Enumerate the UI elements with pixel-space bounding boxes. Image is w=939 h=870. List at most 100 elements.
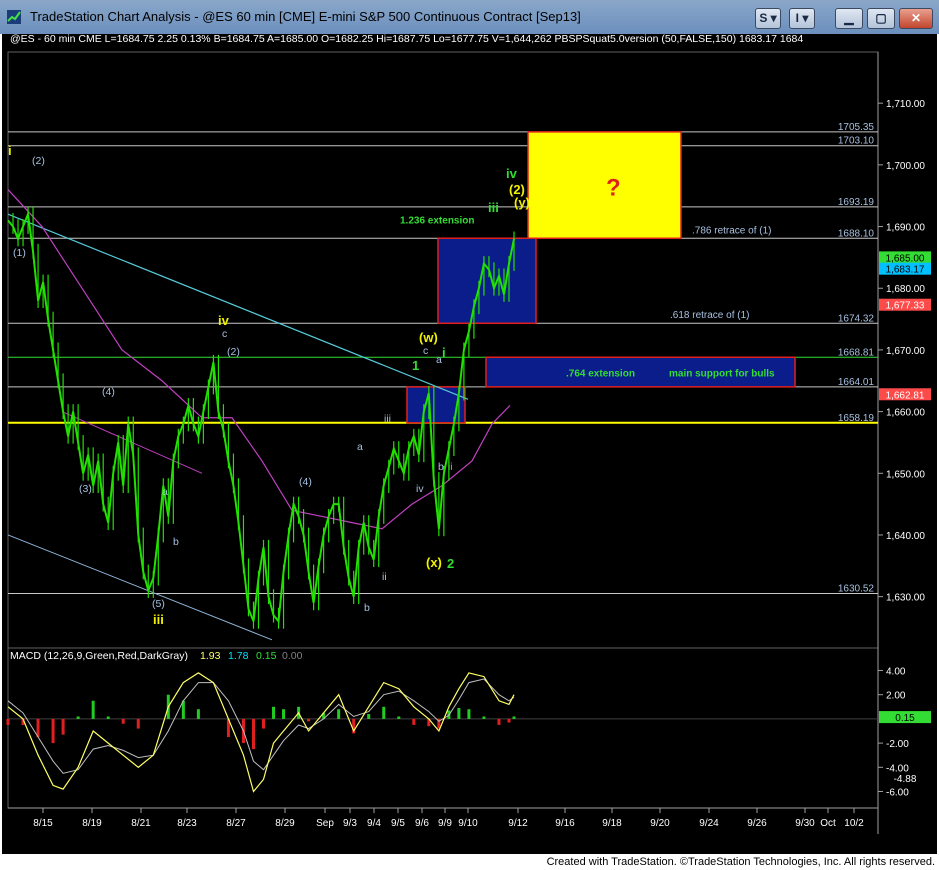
wave-label: i (442, 345, 446, 360)
macd-value-tag-label: 0.15 (895, 713, 915, 724)
macd-histogram-bar (272, 706, 276, 719)
level-label: 1668.81 (838, 347, 875, 358)
macd-histogram-bar (196, 709, 200, 719)
x-tick-label: 9/12 (508, 818, 528, 829)
macd-histogram-bar (6, 718, 10, 725)
macd-histogram-bar (106, 716, 110, 719)
x-tick-label: 9/24 (699, 818, 719, 829)
macd-histogram-bar (121, 718, 125, 724)
macd-histogram-bar (76, 716, 80, 719)
copyright-text: Created with TradeStation. ©TradeStation… (546, 856, 935, 868)
target-box (527, 131, 682, 240)
wave-label: a (162, 486, 168, 498)
macd-histogram-bar (136, 718, 140, 729)
macd-histogram-bar (507, 718, 511, 723)
wave-label: (1) (13, 247, 26, 259)
wave-label: i (8, 143, 12, 158)
wave-label: b (438, 461, 444, 473)
wave-label: (3) (79, 483, 92, 495)
support-label: main support for bulls (669, 368, 775, 379)
price-chart[interactable]: 1705.35 1703.10 1693.19 1688.10 1674.32 1668.… (2, 34, 937, 854)
window-titlebar: TradeStation Chart Analysis - @ES 60 min… (0, 0, 939, 34)
x-tick-label: 8/23 (177, 818, 197, 829)
level-label: 1658.19 (838, 413, 875, 424)
footer: Created with TradeStation. ©TradeStation… (0, 854, 939, 870)
macd-histogram-bar (307, 718, 311, 722)
x-tick-label: 9/4 (367, 818, 381, 829)
retrace-786-label: .786 retrace of (1) (692, 225, 771, 236)
level-label: 1688.10 (838, 228, 875, 239)
macd-y-tick-label: 4.00 (886, 667, 906, 678)
y-tick-label: 1,680.00 (886, 284, 925, 295)
x-tick-label: 9/10 (458, 818, 478, 829)
wave-label: (2) (227, 346, 240, 358)
question-mark-label: ? (606, 175, 621, 202)
extension-label: 1.236 extension (400, 215, 474, 226)
macd-histogram-bar (497, 718, 501, 725)
y-tick-label: 1,690.00 (886, 223, 925, 234)
x-tick-label: 8/15 (33, 818, 53, 829)
wave-label: ii (382, 571, 387, 583)
wave-label: (x) (426, 555, 442, 570)
chart-window[interactable]: 1705.35 1703.10 1693.19 1688.10 1674.32 1668.… (2, 34, 937, 854)
minimize-button[interactable]: ▁ (835, 8, 863, 29)
macd-histogram-bar (397, 716, 401, 719)
macd-histogram-bar (367, 714, 371, 719)
extension-box (437, 237, 537, 325)
y-tick-label: 1,700.00 (886, 161, 925, 172)
y-tick-label: 1,660.00 (886, 408, 925, 419)
wave-label: ii (448, 461, 453, 473)
wave-label: a (357, 441, 363, 453)
wave-label: iii (153, 612, 164, 627)
wave-label: iii (488, 200, 499, 215)
wave-label: b (173, 536, 179, 548)
x-tick-label: 9/16 (555, 818, 575, 829)
level-label: 1693.19 (838, 197, 875, 208)
wave-label: iv (416, 483, 424, 495)
wave-label: (w) (419, 330, 438, 345)
x-tick-label: 9/3 (343, 818, 357, 829)
macd-y-tick-label: -6.00 (886, 787, 909, 798)
macd-histogram-bar (51, 718, 55, 744)
extension-764-label: .764 extension (566, 368, 635, 379)
macd-histogram-bar (382, 706, 386, 719)
macd-histogram-bar (457, 708, 461, 719)
x-tick-label: 9/26 (747, 818, 767, 829)
x-tick-label: 8/21 (131, 818, 151, 829)
macd-histogram-bar (512, 716, 516, 719)
wave-label: (5) (152, 598, 165, 610)
x-tick-label: 9/30 (795, 818, 815, 829)
x-tick-label: 9/6 (415, 818, 429, 829)
x-tick-label: 8/19 (82, 818, 102, 829)
maximize-button[interactable]: ▢ (867, 8, 895, 29)
x-tick-label: 9/18 (602, 818, 622, 829)
i-menu-button[interactable]: I ▾ (789, 8, 815, 29)
macd-histogram-bar (61, 718, 65, 735)
x-tick-label: 9/5 (391, 818, 405, 829)
close-button[interactable]: ✕ (899, 8, 933, 29)
tradestation-app-icon (7, 10, 21, 24)
macd-value: 1.93 (200, 650, 221, 662)
level-label: 1664.01 (838, 377, 875, 388)
wave-label: iii (384, 413, 391, 425)
level-label: 1630.52 (838, 583, 875, 594)
y-tick-label: 1,650.00 (886, 469, 925, 480)
price-tag-label: 1,662.81 (886, 390, 925, 401)
macd-y-tick-label: 2.00 (886, 691, 906, 702)
wave-label: (2) (32, 155, 45, 167)
x-tick-label: 9/9 (438, 818, 452, 829)
x-tick-label: Sep (316, 818, 334, 829)
y-tick-label: 1,640.00 (886, 531, 925, 542)
macd-y-tick-label: -2.00 (886, 739, 909, 750)
price-tag-label: 1,677.33 (886, 301, 925, 312)
wave-label: iv (506, 166, 518, 181)
wave-label: c (423, 345, 428, 357)
macd-histogram-bar (282, 709, 286, 719)
wave-label: iv (218, 313, 230, 328)
x-tick-label: 8/27 (226, 818, 246, 829)
level-label: 1703.10 (838, 136, 875, 147)
wave-label: b (364, 602, 370, 614)
macd-avg-value: 1.78 (228, 650, 249, 662)
s-menu-button[interactable]: S ▾ (755, 8, 781, 29)
wave-label: 2 (447, 556, 454, 571)
